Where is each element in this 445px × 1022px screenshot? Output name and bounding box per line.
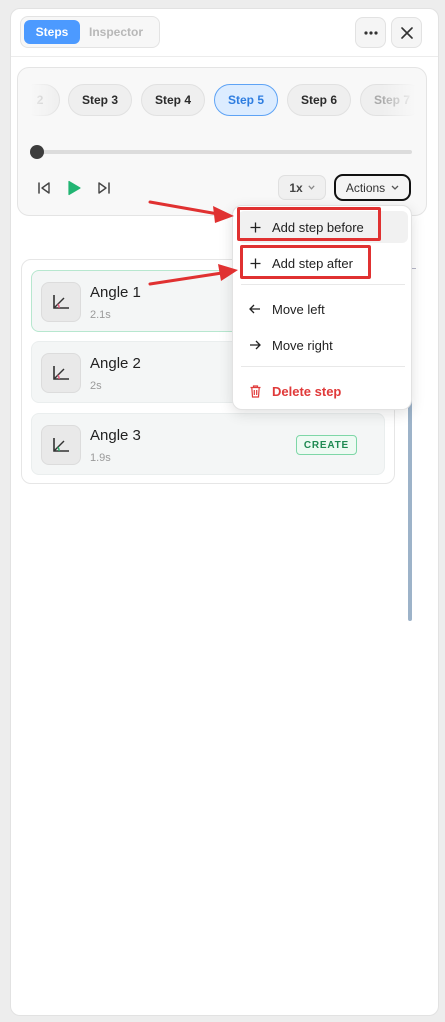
arrow-icon <box>148 200 234 223</box>
arrow-icon <box>148 264 238 286</box>
annotation-arrows <box>148 200 238 286</box>
